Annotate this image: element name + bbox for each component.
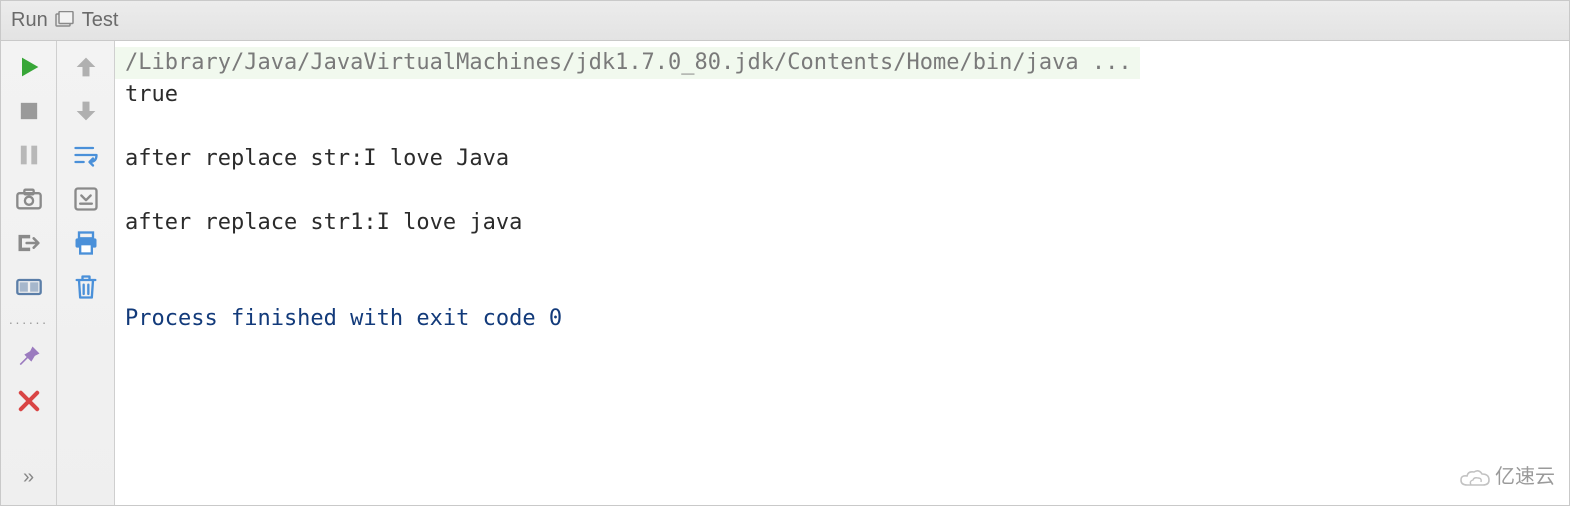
soft-wrap-button[interactable] bbox=[68, 137, 104, 173]
up-stack-button[interactable] bbox=[68, 49, 104, 85]
console-pre: /Library/Java/JavaVirtualMachines/jdk1.7… bbox=[115, 47, 1569, 335]
exit-button[interactable] bbox=[11, 225, 47, 261]
arrow-up-icon bbox=[72, 53, 100, 81]
cloud-icon bbox=[1459, 469, 1491, 489]
left-action-gutter: ······ » bbox=[1, 41, 57, 505]
pin-button[interactable] bbox=[11, 339, 47, 375]
layout-icon bbox=[15, 273, 43, 301]
run-body: ······ » bbox=[1, 41, 1569, 505]
console-output[interactable]: /Library/Java/JavaVirtualMachines/jdk1.7… bbox=[115, 41, 1569, 505]
close-icon bbox=[15, 387, 43, 415]
camera-icon bbox=[15, 185, 43, 213]
scroll-to-end-button[interactable] bbox=[68, 181, 104, 217]
watermark-text: 亿速云 bbox=[1495, 463, 1555, 495]
watermark: 亿速云 bbox=[1459, 463, 1555, 495]
restore-layout-button[interactable] bbox=[11, 269, 47, 305]
pause-icon bbox=[15, 141, 43, 169]
expand-button[interactable]: » bbox=[11, 459, 47, 495]
output-line: true bbox=[115, 79, 1569, 111]
rerun-button[interactable] bbox=[11, 49, 47, 85]
output-line: after replace str1:I love java bbox=[115, 207, 1569, 239]
stop-icon bbox=[15, 97, 43, 125]
play-icon bbox=[15, 53, 43, 81]
run-config-icon bbox=[54, 11, 74, 31]
down-stack-button[interactable] bbox=[68, 93, 104, 129]
soft-wrap-icon bbox=[72, 141, 100, 169]
console-action-gutter bbox=[57, 41, 115, 505]
exit-status-line: Process finished with exit code 0 bbox=[115, 303, 1569, 335]
run-header: Run Test bbox=[1, 1, 1569, 41]
arrow-down-icon bbox=[72, 97, 100, 125]
trash-icon bbox=[72, 273, 100, 301]
stop-button[interactable] bbox=[11, 93, 47, 129]
command-line: /Library/Java/JavaVirtualMachines/jdk1.7… bbox=[115, 47, 1140, 79]
separator-dots: ······ bbox=[9, 315, 49, 329]
run-config-name: Test bbox=[82, 9, 119, 32]
chevron-double-right-icon: » bbox=[23, 467, 34, 487]
pause-button[interactable] bbox=[11, 137, 47, 173]
clear-all-button[interactable] bbox=[68, 269, 104, 305]
dump-threads-button[interactable] bbox=[11, 181, 47, 217]
print-icon bbox=[72, 229, 100, 257]
run-tool-window: Run Test bbox=[0, 0, 1570, 506]
exit-icon bbox=[15, 229, 43, 257]
output-line: after replace str:I love Java bbox=[115, 143, 1569, 175]
close-button[interactable] bbox=[11, 383, 47, 419]
tool-window-title: Run bbox=[11, 9, 48, 32]
pin-icon bbox=[15, 343, 43, 371]
print-button[interactable] bbox=[68, 225, 104, 261]
scroll-to-end-icon bbox=[72, 185, 100, 213]
